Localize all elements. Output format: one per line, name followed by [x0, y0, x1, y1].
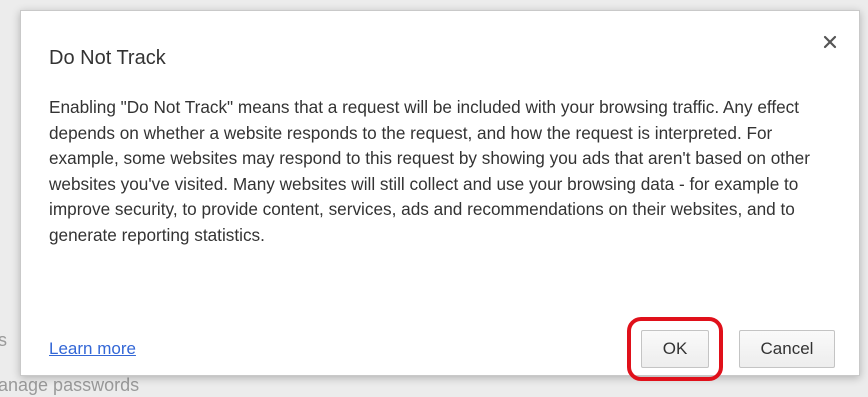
- dialog-title: Do Not Track: [49, 47, 166, 69]
- learn-more-link[interactable]: Learn more: [49, 339, 136, 359]
- close-button[interactable]: [819, 31, 841, 53]
- background-manage-passwords-fragment: anage passwords: [0, 375, 140, 395]
- ok-button[interactable]: OK: [641, 330, 709, 368]
- close-icon: [823, 35, 837, 49]
- cancel-button[interactable]: Cancel: [739, 330, 835, 368]
- dialog-body-text: Enabling "Do Not Track" means that a req…: [49, 97, 810, 245]
- background-settings-fragment: s: [0, 330, 7, 350]
- do-not-track-dialog: Do Not Track Enabling "Do Not Track" mea…: [20, 10, 860, 381]
